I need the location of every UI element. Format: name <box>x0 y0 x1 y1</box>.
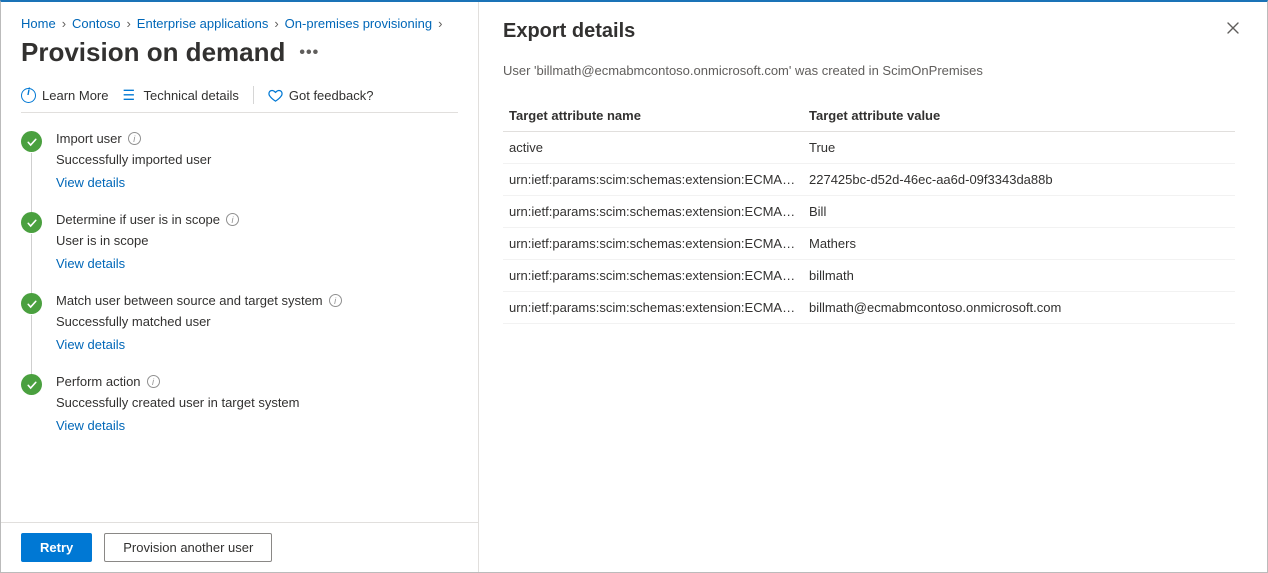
chevron-right-icon: › <box>126 16 130 31</box>
more-icon[interactable]: ••• <box>299 44 319 62</box>
step-perform-action: Perform action i Successfully created use… <box>21 374 458 455</box>
cell-name: urn:ietf:params:scim:schemas:extension:E… <box>503 164 803 196</box>
breadcrumb: Home › Contoso › Enterprise applications… <box>21 16 458 31</box>
step-title: Determine if user is in scope <box>56 212 220 227</box>
step-subtext: Successfully matched user <box>56 314 458 329</box>
cell-value: Bill <box>803 196 1235 228</box>
technical-details-button[interactable]: ☰ Technical details <box>122 88 238 103</box>
chevron-right-icon: › <box>62 16 66 31</box>
page-title: Provision on demand ••• <box>21 37 458 68</box>
crumb-home[interactable]: Home <box>21 16 56 31</box>
heart-icon <box>268 88 283 103</box>
attributes-table: Target attribute name Target attribute v… <box>503 100 1235 324</box>
learn-more-label: Learn More <box>42 88 108 103</box>
checkmark-icon <box>21 131 42 152</box>
footer-actions: Retry Provision another user <box>1 522 478 572</box>
col-attr-name: Target attribute name <box>503 100 803 132</box>
provision-another-button[interactable]: Provision another user <box>104 533 272 562</box>
export-details-subtitle: User 'billmath@ecmabmcontoso.onmicrosoft… <box>503 63 1235 78</box>
info-icon[interactable]: i <box>226 213 239 226</box>
view-details-link[interactable]: View details <box>56 256 125 271</box>
chevron-right-icon: › <box>274 16 278 31</box>
close-icon[interactable] <box>1225 20 1241 39</box>
view-details-link[interactable]: View details <box>56 175 125 190</box>
crumb-onprem-provisioning[interactable]: On-premises provisioning <box>285 16 432 31</box>
checkmark-icon <box>21 293 42 314</box>
step-import-user: Import useri Successfully imported user … <box>21 131 458 212</box>
table-row: urn:ietf:params:scim:schemas:extension:E… <box>503 292 1235 324</box>
info-icon <box>21 88 36 103</box>
learn-more-button[interactable]: Learn More <box>21 88 108 103</box>
view-details-link[interactable]: View details <box>56 418 125 433</box>
cell-name: active <box>503 132 803 164</box>
step-scope: Determine if user is in scope i User is i… <box>21 212 458 293</box>
step-subtext: Successfully imported user <box>56 152 458 167</box>
page-title-text: Provision on demand <box>21 37 285 68</box>
toolbar: Learn More ☰ Technical details Got feedb… <box>21 86 458 113</box>
step-subtext: User is in scope <box>56 233 458 248</box>
cell-value: True <box>803 132 1235 164</box>
table-row: activeTrue <box>503 132 1235 164</box>
export-details-title: Export details <box>503 20 1235 43</box>
info-icon[interactable]: i <box>329 294 342 307</box>
retry-button[interactable]: Retry <box>21 533 92 562</box>
col-attr-value: Target attribute value <box>803 100 1235 132</box>
chevron-right-icon: › <box>438 16 442 31</box>
technical-details-label: Technical details <box>143 88 238 103</box>
table-row: urn:ietf:params:scim:schemas:extension:E… <box>503 164 1235 196</box>
cell-value: Mathers <box>803 228 1235 260</box>
info-icon[interactable]: i <box>128 132 141 145</box>
got-feedback-label: Got feedback? <box>289 88 374 103</box>
toolbar-divider <box>253 86 254 104</box>
crumb-contoso[interactable]: Contoso <box>72 16 120 31</box>
cell-name: urn:ietf:params:scim:schemas:extension:E… <box>503 196 803 228</box>
step-title: Match user between source and target sys… <box>56 293 323 308</box>
cell-value: billmath@ecmabmcontoso.onmicrosoft.com <box>803 292 1235 324</box>
list-icon: ☰ <box>122 88 137 103</box>
step-title: Import user <box>56 131 122 146</box>
table-row: urn:ietf:params:scim:schemas:extension:E… <box>503 260 1235 292</box>
steps-list: Import useri Successfully imported user … <box>21 131 458 455</box>
crumb-enterprise-apps[interactable]: Enterprise applications <box>137 16 269 31</box>
table-row: urn:ietf:params:scim:schemas:extension:E… <box>503 196 1235 228</box>
cell-name: urn:ietf:params:scim:schemas:extension:E… <box>503 292 803 324</box>
step-match: Match user between source and target sys… <box>21 293 458 374</box>
cell-name: urn:ietf:params:scim:schemas:extension:E… <box>503 228 803 260</box>
checkmark-icon <box>21 212 42 233</box>
step-subtext: Successfully created user in target syst… <box>56 395 458 410</box>
view-details-link[interactable]: View details <box>56 337 125 352</box>
table-row: urn:ietf:params:scim:schemas:extension:E… <box>503 228 1235 260</box>
got-feedback-button[interactable]: Got feedback? <box>268 88 374 103</box>
step-title: Perform action <box>56 374 141 389</box>
cell-value: billmath <box>803 260 1235 292</box>
checkmark-icon <box>21 374 42 395</box>
info-icon[interactable]: i <box>147 375 160 388</box>
cell-value: 227425bc-d52d-46ec-aa6d-09f3343da88b <box>803 164 1235 196</box>
cell-name: urn:ietf:params:scim:schemas:extension:E… <box>503 260 803 292</box>
